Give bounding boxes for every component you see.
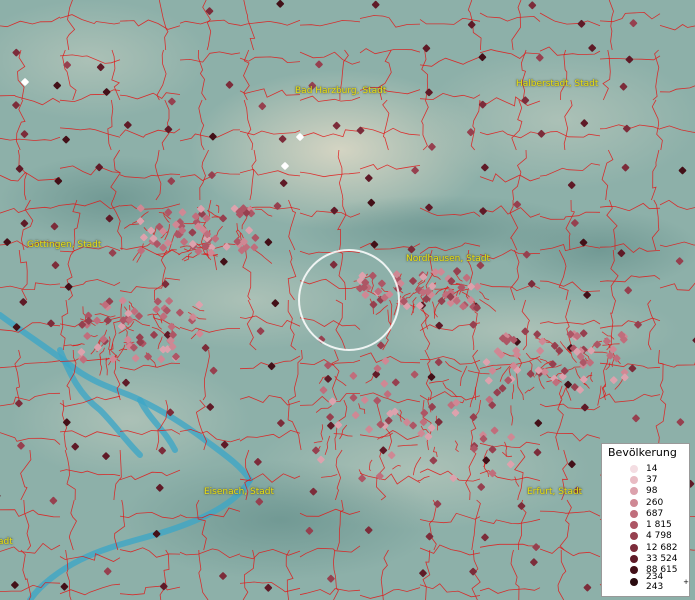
city-label-erfurt: Erfurt, Stadt: [527, 487, 583, 497]
legend-item: 260: [602, 497, 689, 508]
legend-item: 37: [602, 474, 689, 485]
legend-swatch-icon: [630, 532, 638, 541]
legend-swatch-icon: [630, 555, 638, 564]
legend-item: 14: [602, 463, 689, 474]
legend-item: 1 815: [602, 519, 689, 530]
legend-item-label: 12 682: [646, 542, 678, 553]
legend-title: Bevölkerung: [608, 446, 677, 459]
legend-item-label: 14: [646, 463, 658, 474]
legend-item: 687: [602, 508, 689, 519]
legend-rows: 14 37 98 260 687 1 815 4 798 12 682 33 524 88 615…: [602, 463, 689, 592]
population-legend: Bevölkerung 14 37 98 260 687 1 815 4 798 12 682…: [601, 443, 690, 597]
city-label-goettingen: Göttingen, Stadt: [27, 240, 102, 250]
map-canvas[interactable]: Bad Harzburg, Stadt Halberstadt, Stadt G…: [0, 0, 695, 600]
city-label-halberstadt: Halberstadt, Stadt: [516, 79, 599, 89]
legend-swatch-icon: [630, 577, 638, 586]
legend-item-label: 4 798: [646, 531, 672, 542]
legend-swatch-icon: [630, 566, 638, 575]
legend-item-label: 234 243: [646, 571, 664, 592]
legend-item: 234 243 +: [602, 572, 689, 592]
legend-item-label: 260: [646, 497, 664, 508]
legend-item-label: 98: [646, 486, 658, 497]
city-label-eisenach: Eisenach, Stadt: [204, 487, 275, 497]
city-label-partial: adt: [0, 537, 13, 547]
city-label-bad-harzburg: Bad Harzburg, Stadt: [295, 86, 387, 96]
legend-item-label: 1 815: [646, 520, 672, 531]
legend-swatch-icon: [630, 509, 638, 518]
legend-swatch-icon: [630, 521, 638, 530]
legend-swatch-icon: [630, 487, 638, 496]
legend-item-label: 37: [646, 474, 658, 485]
legend-item: 98: [602, 486, 689, 497]
legend-item-label: 33 524: [646, 554, 678, 565]
city-label-nordhausen: Nordhausen, Stadt: [406, 254, 491, 264]
legend-swatch-icon: [630, 498, 638, 507]
legend-item-label: 687: [646, 508, 664, 519]
legend-item: 33 524: [602, 553, 689, 564]
legend-item: 4 798: [602, 531, 689, 542]
legend-swatch-icon: [630, 543, 638, 552]
legend-swatch-icon: [630, 464, 638, 473]
legend-item-suffix: +: [683, 577, 689, 586]
legend-item: 12 682: [602, 542, 689, 553]
legend-swatch-icon: [630, 475, 638, 484]
